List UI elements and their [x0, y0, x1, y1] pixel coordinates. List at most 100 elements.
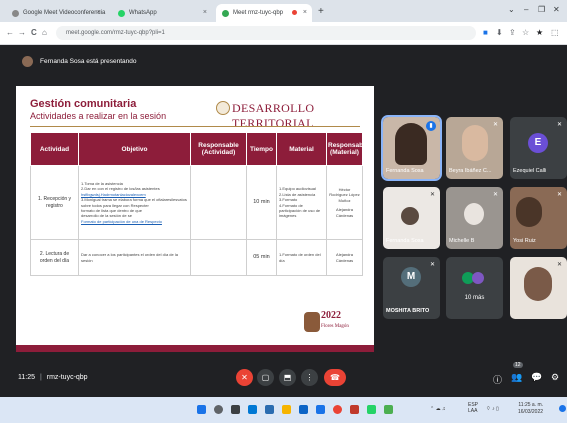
address-bar: ← → C ⌂ meet.google.com/rmz-tuyc-qbp?pli… — [0, 22, 567, 45]
tab-label: Google Meet Videoconferencia — [23, 10, 106, 16]
mic-muted-icon: ✕ — [429, 192, 435, 198]
notification-icon[interactable] — [559, 405, 566, 412]
office-icon[interactable] — [350, 405, 359, 414]
participant-tile[interactable]: ✕ Michelle B — [446, 187, 503, 249]
tab-google-meet[interactable]: Google Meet Videoconferencia × — [6, 4, 106, 22]
participant-tile[interactable]: ✕ — [510, 257, 567, 319]
start-windows-icon[interactable] — [197, 405, 206, 414]
clock-time: 11:25 a. m. — [518, 402, 544, 408]
participant-video — [524, 267, 552, 301]
tab-close-icon[interactable]: × — [303, 9, 307, 16]
participant-tile[interactable]: ✕ Fernanda Sosa — [383, 187, 440, 249]
network-volume-icons[interactable]: ⌔ ♪ ▯ — [486, 406, 499, 412]
tab-close-icon[interactable]: × — [203, 9, 207, 16]
participant-tile[interactable]: E ✕ Ezequiel Calli — [510, 117, 567, 179]
tab-meet[interactable]: Meet rmz-tuyc-qbp × — [216, 4, 312, 22]
meeting-details-icon[interactable]: ⓘ — [493, 373, 502, 386]
browser-tab-strip: Google Meet Videoconferencia × WhatsApp … — [0, 0, 567, 22]
language-indicator[interactable]: ESP LAA — [468, 402, 482, 414]
participant-name: MOSHITA BRITO — [386, 308, 430, 314]
mic-muted-icon: ✕ — [556, 262, 562, 268]
sidebar-icon[interactable]: ⬚ — [551, 28, 559, 37]
objective-line: Dar a conocer a los participantes el ord… — [81, 252, 178, 263]
divider — [30, 126, 360, 127]
chat-icon[interactable]: 💬 — [531, 372, 542, 383]
windows-taskbar: ⌃ ☁ ♫ ESP LAA ⌔ ♪ ▯ 11:25 a. m. 16/03/20… — [0, 397, 567, 423]
camera-button[interactable]: ▢ — [257, 369, 274, 386]
mail-icon[interactable] — [316, 405, 325, 414]
back-button[interactable]: ← — [6, 28, 14, 37]
activities-table: Actividad Objetivo Responsable (Activida… — [30, 132, 368, 276]
new-tab-button[interactable]: + — [318, 6, 324, 17]
whatsapp-icon[interactable] — [367, 405, 376, 414]
leave-call-button[interactable]: ☎ — [324, 369, 346, 386]
participant-name: Yosi Ruiz — [513, 238, 536, 244]
download-icon[interactable]: ⬇ — [496, 28, 503, 37]
minimize-button[interactable]: – — [524, 5, 528, 14]
share-icon[interactable]: ⇪ — [509, 28, 516, 37]
table-header-row: Actividad Objetivo Responsable (Activida… — [30, 132, 368, 166]
responsible-line: Alejandra Cárdenas — [335, 252, 354, 263]
people-icon[interactable]: 👥 — [511, 372, 522, 383]
tab-search-icon[interactable]: ⌄ — [508, 5, 515, 14]
material-line: 1.Formato de orden del día — [279, 252, 321, 263]
column-header: Actividad — [30, 132, 79, 166]
responsible-line: Alejandra Cárdenas — [335, 207, 354, 218]
home-button[interactable]: ⌂ — [42, 28, 47, 37]
objective-link[interactable]: Formato de participación de una de Respe… — [81, 219, 188, 224]
column-header: Responsable (Actividad) — [190, 132, 247, 166]
participant-avatar: M — [401, 267, 421, 287]
edge-icon[interactable] — [299, 405, 308, 414]
reload-button[interactable]: C — [31, 28, 37, 37]
whatsapp-favicon-icon — [118, 9, 125, 17]
material-cell: 1.Equipo audiovisual 2.Lista de asistenc… — [276, 165, 327, 240]
activities-icon[interactable]: ⚙ — [551, 372, 559, 383]
logo-name: Flores Magón — [321, 324, 349, 329]
presenter-avatar — [22, 56, 33, 67]
table-row: 1. Recepción y registro 1.Toma de la asi… — [30, 165, 363, 240]
responsible-material-cell: Alejandra Cárdenas — [326, 239, 363, 276]
search-icon[interactable] — [214, 405, 223, 414]
app-icon[interactable] — [384, 405, 393, 414]
more-participants-label: 10 más — [464, 295, 485, 301]
column-header: Tiempo — [246, 132, 277, 166]
microphone-off-button[interactable]: ✕ — [236, 369, 253, 386]
maximize-button[interactable]: ❐ — [538, 5, 545, 14]
more-options-button[interactable]: ⋮ — [301, 369, 318, 386]
extensions-icon[interactable]: ★ — [536, 28, 543, 37]
tab-whatsapp[interactable]: WhatsApp × — [112, 4, 212, 22]
file-explorer-icon[interactable] — [282, 405, 291, 414]
shared-slide: Gestión comunitaria Actividades a realiz… — [16, 86, 374, 352]
presenting-text: Fernanda Sosa está presentando — [40, 58, 137, 65]
close-window-button[interactable]: ✕ — [553, 5, 560, 14]
people-count-badge: 12 — [513, 362, 523, 368]
present-screen-button[interactable]: ⬒ — [279, 369, 296, 386]
clock[interactable]: 11:25 a. m. 16/03/2022 — [518, 402, 543, 415]
teams-icon[interactable] — [265, 405, 274, 414]
tab-close-icon[interactable]: × — [97, 9, 101, 16]
time-cell: 10 min — [246, 165, 277, 240]
bookmark-star-icon[interactable]: ☆ — [522, 28, 529, 37]
column-header: Responsable (Material) — [326, 132, 368, 166]
camera-indicator-icon[interactable]: ■ — [483, 28, 488, 37]
task-view-icon[interactable] — [231, 405, 240, 414]
responsible-line: Muñoz — [338, 197, 351, 203]
forward-button[interactable]: → — [18, 28, 26, 37]
widgets-icon[interactable] — [248, 405, 257, 414]
url-field[interactable]: meet.google.com/rmz-tuyc-qbp?pli=1 — [56, 26, 476, 40]
participant-tile[interactable]: ▮ Fernanda Sosa — [381, 115, 442, 181]
participant-tile[interactable]: M ✕ MOSHITA BRITO — [383, 257, 440, 319]
more-participants-tile[interactable]: 10 más — [446, 257, 503, 319]
participant-name: Ezequiel Calli — [513, 168, 547, 174]
participant-tile[interactable]: ✕ Yosi Ruiz — [510, 187, 567, 249]
participant-avatar: E — [528, 133, 548, 153]
chrome-icon[interactable] — [333, 405, 342, 414]
tray-icons[interactable]: ⌃ ☁ ♫ — [430, 406, 446, 412]
participant-name: Beyra Ibáñez C... — [449, 168, 492, 174]
speaking-indicator-icon: ▮ — [426, 121, 436, 131]
tab-label: WhatsApp — [129, 10, 157, 16]
portrait-seal-icon — [304, 312, 320, 332]
activity-cell: 1. Recepción y registro — [30, 165, 79, 240]
participant-video — [462, 125, 488, 161]
participant-tile[interactable]: ✕ Beyra Ibáñez C... — [446, 117, 503, 179]
